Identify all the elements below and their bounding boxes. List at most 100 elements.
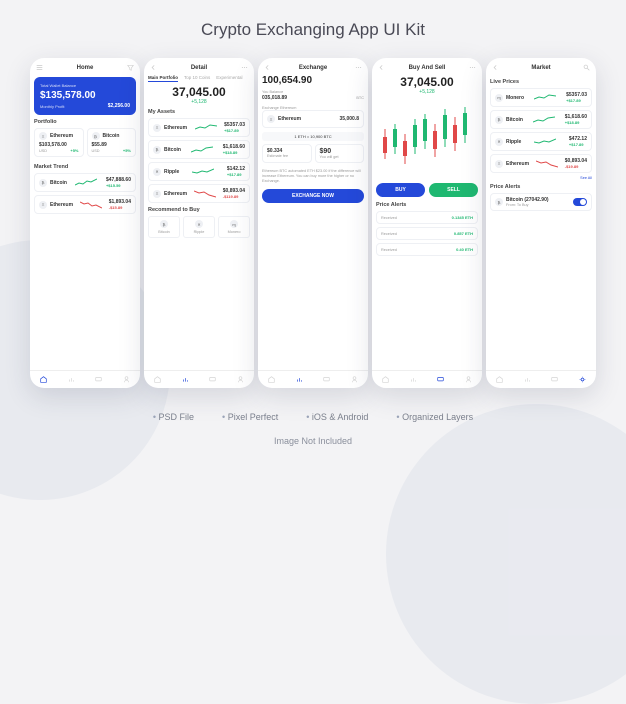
- bottom-nav: [30, 370, 140, 388]
- screen-title: Exchange: [299, 65, 327, 71]
- chat-icon[interactable]: [95, 376, 102, 383]
- filter-icon[interactable]: [127, 64, 134, 71]
- portfolio-card[interactable]: ₿Bitcoin $55.89 USD+5%: [87, 128, 137, 157]
- price-row[interactable]: ɱMonero$5357.03+$17.89: [490, 88, 592, 107]
- more-icon[interactable]: [469, 64, 476, 71]
- price-change: +5,128: [376, 89, 478, 95]
- alert-row[interactable]: Received0.857 ETH: [376, 227, 478, 240]
- rec-item[interactable]: ✕Ripple: [183, 216, 215, 238]
- search-icon[interactable]: [583, 64, 590, 71]
- candlestick-chart: [376, 99, 478, 179]
- price-row[interactable]: ΞEthereum$0,893.04-$19.89: [490, 154, 592, 173]
- screen-market: Market Live Prices ɱMonero$5357.03+$17.8…: [486, 58, 596, 388]
- portfolio-change: +5,128: [148, 99, 250, 105]
- asset-row[interactable]: ΞEthereum$5357.03+$17.89: [148, 118, 250, 137]
- exchange-button[interactable]: EXCHANGE NOW: [262, 189, 364, 203]
- footer-note: Image Not Included: [0, 436, 626, 446]
- user-icon[interactable]: [237, 376, 244, 383]
- see-all-link[interactable]: See All: [490, 176, 592, 180]
- portfolio-card[interactable]: ΞEthereum $103,578.00 USD+5%: [34, 128, 84, 157]
- sell-button[interactable]: SELL: [429, 183, 478, 197]
- phone-row: Home Total Wallet Balance $135,578.00 Mo…: [0, 58, 626, 388]
- asset-row[interactable]: ΞEthereum$0,893.04-$119.89: [148, 184, 250, 203]
- sparkline: [194, 189, 216, 199]
- chart-icon[interactable]: [524, 376, 531, 383]
- section-live: Live Prices: [490, 79, 592, 85]
- menu-icon[interactable]: [36, 64, 43, 71]
- chat-icon[interactable]: [209, 376, 216, 383]
- ethereum-icon: Ξ: [39, 132, 47, 140]
- sparkline: [75, 178, 97, 188]
- alert-row[interactable]: Received0.40 ETH: [376, 243, 478, 256]
- exchange-value: 100,654.90: [262, 75, 364, 86]
- trend-row[interactable]: ΞEthereum $1,893.04-$15.89: [34, 195, 136, 214]
- section-alerts: Price Alerts: [376, 202, 478, 208]
- coin-select[interactable]: ΞEthereum 35,000.8: [262, 110, 364, 128]
- home-icon[interactable]: [268, 376, 275, 383]
- chart-icon[interactable]: [68, 376, 75, 383]
- gear-icon[interactable]: [579, 376, 586, 383]
- price-row[interactable]: ₿Bitcoin$1,618.60+$18.89: [490, 110, 592, 129]
- get-card: $90 You will get: [315, 144, 365, 163]
- more-icon[interactable]: [241, 64, 248, 71]
- bottom-nav: [486, 370, 596, 388]
- ripple-icon: ✕: [495, 138, 503, 146]
- monero-icon: ɱ: [230, 220, 238, 228]
- tab[interactable]: Main Portfolio: [148, 75, 178, 82]
- screen-home: Home Total Wallet Balance $135,578.00 Mo…: [30, 58, 140, 388]
- tab[interactable]: Experimental: [216, 75, 242, 82]
- section-portfolio: Portfolio: [34, 119, 136, 125]
- chart-icon[interactable]: [182, 376, 189, 383]
- toggle[interactable]: [573, 198, 587, 206]
- back-icon[interactable]: [264, 64, 271, 71]
- ethereum-icon: Ξ: [153, 124, 161, 132]
- back-icon[interactable]: [150, 64, 157, 71]
- chat-icon[interactable]: [551, 376, 558, 383]
- price-row[interactable]: ✕Ripple$472.12+$17.89: [490, 132, 592, 151]
- more-icon[interactable]: [355, 64, 362, 71]
- sparkline: [533, 115, 555, 125]
- rec-item[interactable]: ɱMonero: [218, 216, 250, 238]
- home-icon[interactable]: [154, 376, 161, 383]
- alert-row[interactable]: Received0.1345 ETH: [376, 211, 478, 224]
- chat-icon[interactable]: [323, 376, 330, 383]
- asset-row[interactable]: ✕Ripple$142.12+$17.89: [148, 162, 250, 181]
- alert-row[interactable]: ₿ Bitcoin (27042.90)From: To Buy: [490, 193, 592, 211]
- screen-exchange: Exchange 100,654.90 You Balance 035,018.…: [258, 58, 368, 388]
- trend-row[interactable]: ₿Bitcoin $47,888.60+$15.59: [34, 173, 136, 192]
- bitcoin-icon: ₿: [495, 116, 503, 124]
- features: PSD File Pixel Perfect iOS & Android Org…: [0, 412, 626, 422]
- monero-icon: ɱ: [495, 94, 503, 102]
- chart-icon[interactable]: [410, 376, 417, 383]
- exchange-rate: 1 ETH = 10,900 BTC: [262, 132, 364, 141]
- back-icon[interactable]: [378, 64, 385, 71]
- section-assets: My Assets: [148, 109, 250, 115]
- sparkline: [536, 159, 558, 169]
- home-icon[interactable]: [496, 376, 503, 383]
- tab[interactable]: Top 10 Coins: [184, 75, 210, 82]
- user-icon[interactable]: [351, 376, 358, 383]
- monthly-value: $2,256.00: [108, 103, 130, 109]
- ripple-icon: ✕: [153, 168, 161, 176]
- bitcoin-icon: ₿: [39, 179, 47, 187]
- asset-row[interactable]: ₿Bitcoin$1,618.60+$18.89: [148, 140, 250, 159]
- back-icon[interactable]: [492, 64, 499, 71]
- balance-label: You Balance: [262, 90, 364, 94]
- wallet-card: Total Wallet Balance $135,578.00 Monthly…: [34, 77, 136, 115]
- tabs: Main Portfolio Top 10 Coins Experimental: [148, 75, 250, 82]
- user-icon[interactable]: [123, 376, 130, 383]
- buy-button[interactable]: BUY: [376, 183, 425, 197]
- rec-item[interactable]: ₿Bitcoin: [148, 216, 180, 238]
- home-icon[interactable]: [382, 376, 389, 383]
- bitcoin-icon: ₿: [92, 132, 100, 140]
- chart-icon[interactable]: [296, 376, 303, 383]
- home-icon[interactable]: [40, 376, 47, 383]
- wallet-icon[interactable]: [437, 376, 444, 383]
- page-title: Crypto Exchanging App UI Kit: [0, 0, 626, 58]
- feature: Organized Layers: [396, 412, 473, 422]
- screen-detail: Detail Main Portfolio Top 10 Coins Exper…: [144, 58, 254, 388]
- user-icon[interactable]: [465, 376, 472, 383]
- bitcoin-icon: ₿: [153, 146, 161, 154]
- ethereum-icon: Ξ: [153, 190, 161, 198]
- portfolio-value: 37,045.00: [148, 85, 250, 99]
